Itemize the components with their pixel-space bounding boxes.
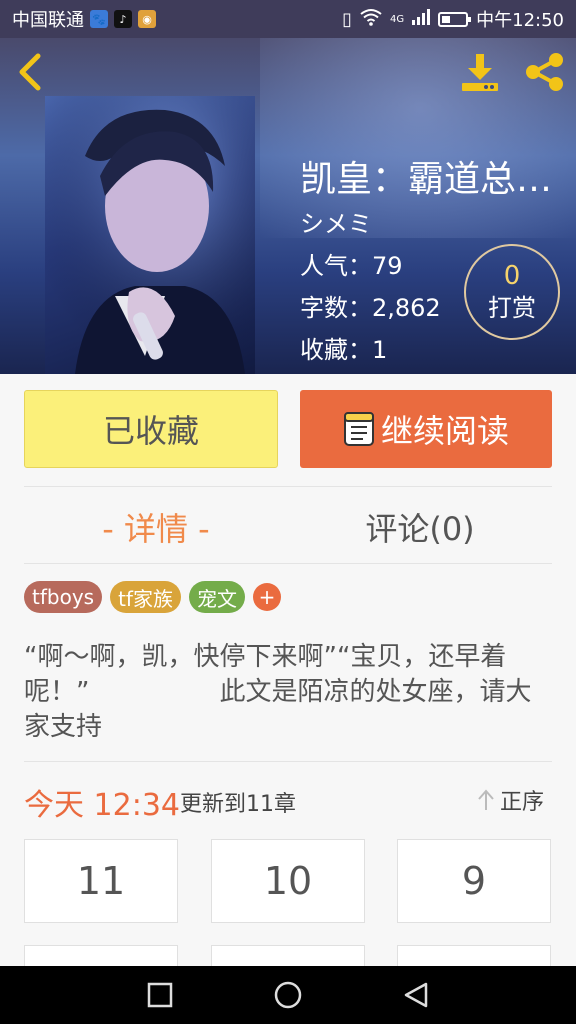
book-cover[interactable]: [45, 96, 255, 374]
tip-button[interactable]: 0 打赏: [464, 244, 560, 340]
book-title: 凯皇：霸道总…: [300, 159, 553, 200]
tab-detail-label: - 详情 -: [102, 510, 210, 548]
circle-icon: [274, 981, 302, 1009]
divider: [24, 486, 552, 487]
system-nav-bar: [0, 966, 576, 1024]
book-header: 凯皇：霸道总… シメミ 人气：79 字数：2,862 收藏：1 0 打赏: [0, 38, 576, 374]
chapter-button[interactable]: 11: [24, 839, 178, 923]
popularity-stat: 人气：79: [300, 252, 403, 280]
tiktok-icon: ♪: [114, 10, 132, 28]
chapter-button[interactable]: 9: [397, 839, 551, 923]
sort-label: 正序: [500, 790, 545, 815]
update-text: 更新到11章: [180, 792, 296, 817]
weibo-icon: ◉: [138, 10, 156, 28]
sort-button[interactable]: 正序: [476, 784, 544, 816]
tag-list: tfboys tf家族 宠文 +: [24, 581, 281, 613]
favorites-stat: 收藏：1: [300, 336, 388, 364]
triangle-back-icon: [404, 982, 428, 1008]
clock: 中午12:50: [476, 10, 564, 31]
square-icon: [147, 982, 173, 1008]
tag-chip[interactable]: tfboys: [24, 581, 103, 613]
chapter-button[interactable]: 10: [211, 839, 365, 923]
tip-label: 打赏: [488, 294, 536, 322]
collected-label: 已收藏: [102, 412, 199, 450]
wifi-icon: [360, 8, 382, 31]
signal-icon: [412, 8, 431, 30]
home-button[interactable]: [273, 980, 303, 1010]
back-nav-button[interactable]: [401, 980, 431, 1010]
back-button[interactable]: [14, 52, 48, 92]
book-author[interactable]: シメミ: [300, 204, 372, 239]
share-button[interactable]: [522, 50, 566, 94]
vibrate-icon: ▯: [342, 8, 352, 30]
battery-icon: [438, 11, 472, 27]
baidu-icon: 🐾: [90, 10, 108, 28]
update-time: 今天 12:34: [24, 788, 180, 823]
tab-comments-label: 评论(0): [365, 510, 475, 548]
add-tag-button[interactable]: +: [252, 583, 281, 611]
status-bar: 中国联通 🐾 ♪ ◉ ▯ 4G 中午12:50: [0, 0, 576, 38]
tab-comments[interactable]: 评论(0): [288, 500, 552, 554]
tip-count: 0: [503, 261, 521, 291]
word-count-stat: 字数：2,862: [300, 294, 441, 322]
share-icon: [526, 53, 563, 91]
tag-chip[interactable]: tf家族: [110, 581, 181, 613]
tab-detail[interactable]: - 详情 -: [24, 500, 288, 554]
download-button[interactable]: [458, 50, 502, 94]
divider: [24, 761, 552, 762]
book-synopsis: “啊～啊，凯，快停下来啊”“宝贝，还早着呢！” 此文是陌凉的处女座，请大家支持: [24, 642, 532, 742]
book-icon: [343, 412, 374, 446]
arrow-up-icon: [478, 789, 494, 810]
network-type: 4G: [390, 13, 405, 25]
tag-chip[interactable]: 宠文: [188, 581, 245, 613]
collected-button[interactable]: 已收藏: [24, 390, 278, 468]
continue-reading-label: 继续阅读: [380, 412, 509, 450]
carrier-label: 中国联通: [12, 10, 84, 31]
download-icon: [462, 54, 498, 91]
divider: [24, 563, 552, 564]
continue-reading-button[interactable]: 继续阅读: [300, 390, 552, 468]
recents-button[interactable]: [145, 980, 175, 1010]
chevron-left-icon: [19, 53, 41, 91]
